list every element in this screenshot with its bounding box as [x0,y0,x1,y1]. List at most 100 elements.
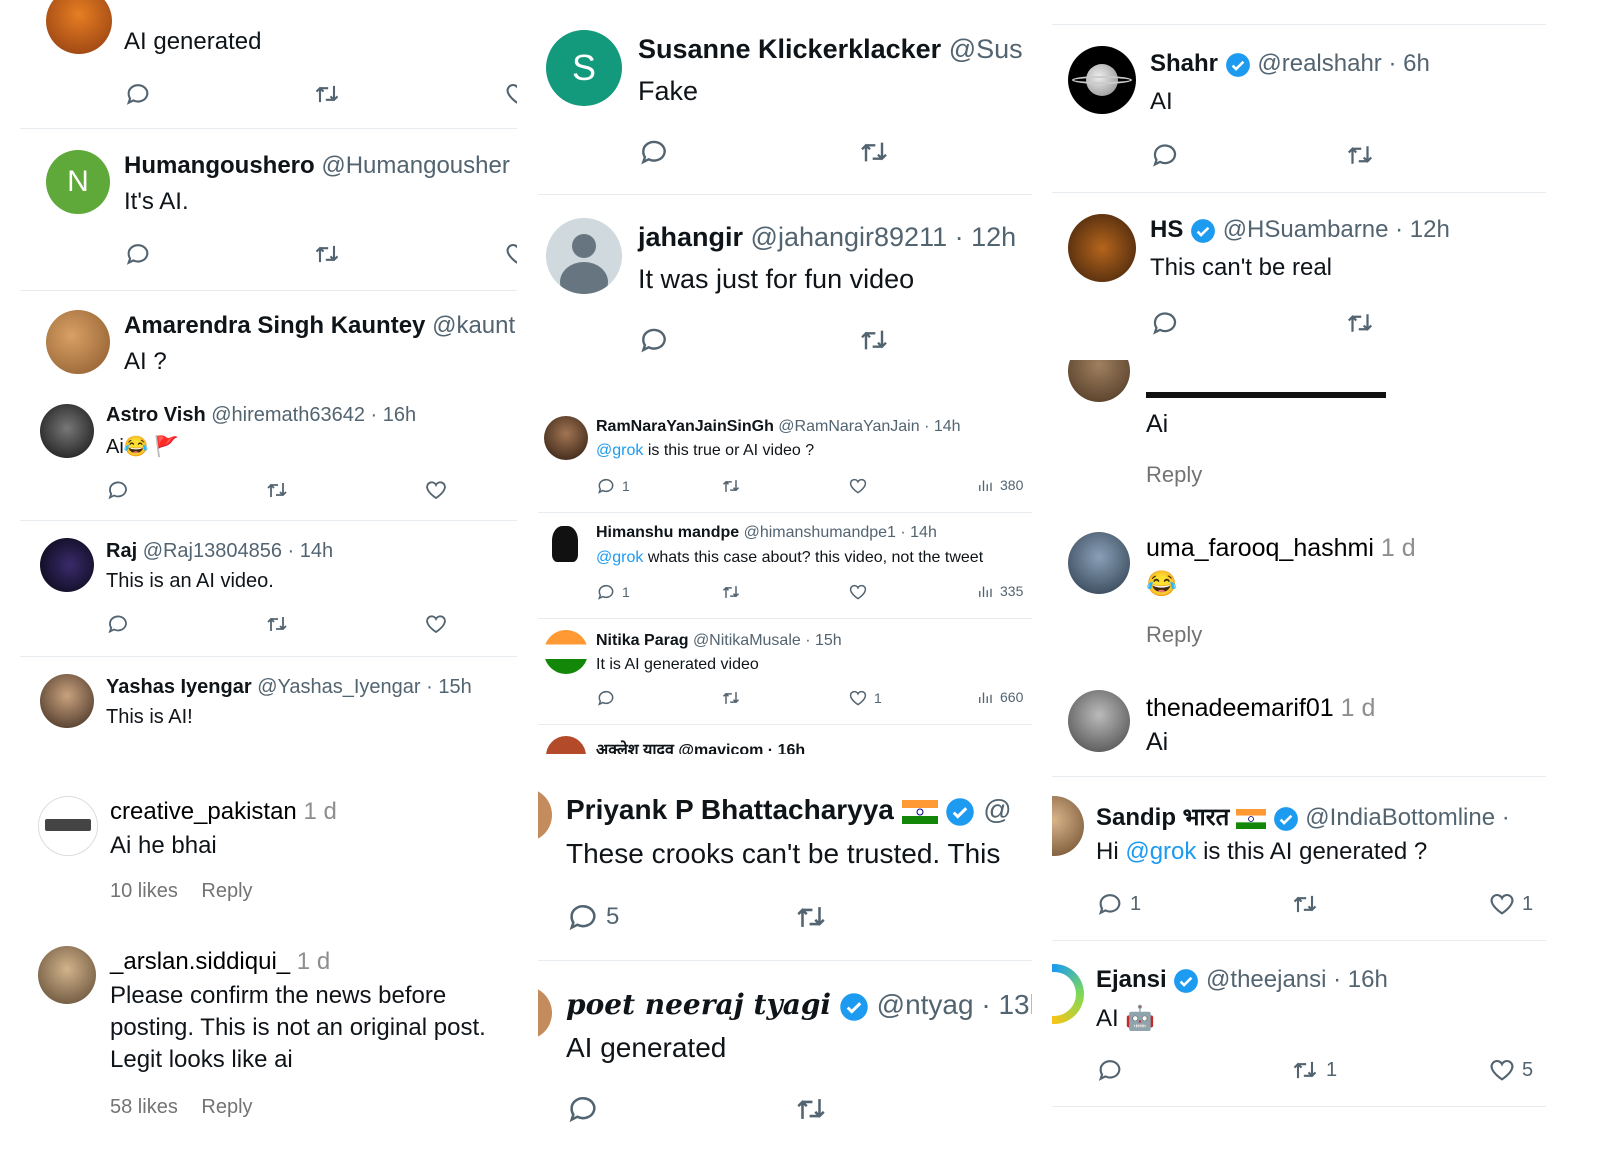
avatar[interactable] [544,416,588,460]
retweet-button[interactable] [264,612,290,636]
username[interactable]: thenadeemarif01 [1146,694,1334,722]
retweet-button[interactable] [720,582,742,602]
reply-button[interactable]: 5 [566,900,619,934]
reply-button[interactable]: 1 [596,476,630,496]
handle[interactable]: @realshahr · 6h [1257,50,1429,77]
display-name[interactable]: Astro Vish [106,404,206,426]
like-button[interactable] [504,240,517,268]
avatar[interactable] [1068,532,1130,594]
display-name[interactable]: Humangoushero [124,152,315,179]
avatar[interactable] [1068,690,1130,752]
avatar[interactable]: S [546,30,622,106]
display-name[interactable]: RamNaraYanJainSinGh [596,418,774,435]
like-button[interactable] [848,476,874,496]
display-name[interactable]: poet neeraj tyagi [566,988,831,1021]
reply-link[interactable]: Reply [1146,462,1202,488]
display-name[interactable]: Himanshu mandpe [596,524,739,541]
avatar[interactable] [544,630,588,674]
avatar[interactable] [538,788,552,842]
handle[interactable]: @theejansi · 16h [1206,966,1388,993]
views-button[interactable]: 380 [976,476,1023,494]
avatar[interactable] [546,736,586,754]
avatar[interactable] [1068,360,1130,402]
handle[interactable]: @IndiaBottomline · [1305,804,1509,831]
handle[interactable]: @ [983,794,1011,825]
display-name[interactable]: Nitika Parag [596,632,688,649]
avatar[interactable] [1068,214,1136,282]
avatar[interactable] [546,218,622,294]
retweet-button[interactable] [792,1092,830,1126]
display-name[interactable]: Susanne Klickerklacker [638,34,941,64]
reply-button[interactable] [124,80,152,108]
username[interactable]: _arslan.siddiqui_ [110,948,290,975]
retweet-button[interactable] [1344,140,1376,170]
reply-button[interactable] [638,136,670,168]
retweet-button[interactable] [312,80,342,108]
mention-link[interactable]: @grok [596,442,643,459]
reply-button[interactable]: 1 [1096,890,1141,918]
reply-button[interactable] [1150,308,1180,338]
avatar[interactable] [40,674,94,728]
retweet-button[interactable] [264,478,290,502]
handle[interactable]: @himanshumandpe1 · 14h [744,524,937,541]
avatar[interactable] [40,538,94,592]
reply-link[interactable]: Reply [1146,622,1202,648]
reply-button[interactable] [1096,1056,1130,1084]
reply-button[interactable] [106,478,130,502]
username[interactable]: creative_pakistan [110,798,297,825]
reply-link[interactable]: Reply [201,880,252,902]
handle[interactable]: @NitikaMusale · 15h [693,632,842,649]
like-button[interactable]: 1 [848,688,882,708]
avatar[interactable] [46,310,110,374]
handle[interactable]: @Yashas_Iyengar · 15h [257,676,472,698]
avatar[interactable] [46,0,112,54]
retweet-button[interactable] [1290,890,1326,918]
retweet-button[interactable] [792,900,830,934]
handle[interactable]: @kaunt [432,312,515,339]
avatar[interactable]: N [46,150,110,214]
retweet-button[interactable] [1344,308,1376,338]
username[interactable]: uma_farooq_hashmi [1146,534,1374,562]
like-button[interactable]: 1 [1488,890,1533,918]
retweet-button[interactable] [720,476,742,496]
like-button[interactable]: 5 [1488,1056,1533,1084]
display-name[interactable]: Shahr [1150,50,1218,77]
reply-button[interactable] [1150,140,1180,170]
display-name[interactable]: Sandip भारत [1096,804,1229,831]
display-name[interactable]: Priyank P Bhattacharyya [566,794,894,825]
display-name[interactable]: Ejansi [1096,966,1167,993]
display-name[interactable]: jahangir [638,222,743,252]
display-name[interactable]: Raj [106,540,137,562]
avatar[interactable] [1052,796,1084,856]
mention-link[interactable]: @grok [596,549,643,566]
like-button[interactable] [504,80,517,108]
likes-count[interactable]: 10 likes [110,880,178,902]
handle[interactable]: @Raj13804856 · 14h [143,540,333,562]
views-button[interactable]: 660 [976,688,1023,706]
avatar[interactable] [38,946,96,1004]
retweet-button[interactable] [720,688,742,708]
like-button[interactable] [848,582,874,602]
avatar[interactable] [544,522,588,566]
like-button[interactable] [424,478,448,502]
handle[interactable]: @HSuambarne · 12h [1223,216,1450,243]
reply-button[interactable] [638,324,670,356]
handle[interactable]: @Sus [949,34,1023,64]
reply-button[interactable] [596,688,622,708]
display-name[interactable]: HS [1150,216,1183,243]
retweet-button[interactable]: 1 [1290,1056,1337,1084]
avatar[interactable] [1052,964,1084,1024]
avatar[interactable] [38,796,98,856]
avatar[interactable] [538,986,552,1040]
reply-button[interactable] [566,1092,600,1126]
retweet-button[interactable] [312,240,342,268]
handle[interactable]: @RamNaraYanJain · 14h [778,418,960,435]
views-button[interactable]: 335 [976,582,1023,600]
handle[interactable]: @Humangousher [321,152,509,179]
display-name[interactable]: Amarendra Singh Kauntey [124,312,425,339]
reply-button[interactable]: 1 [596,582,630,602]
handle[interactable]: @jahangir89211 · 12h [751,222,1017,252]
likes-count[interactable]: 58 likes [110,1096,178,1118]
handle[interactable]: @ntyag · 13h [877,989,1032,1020]
reply-button[interactable] [106,612,130,636]
